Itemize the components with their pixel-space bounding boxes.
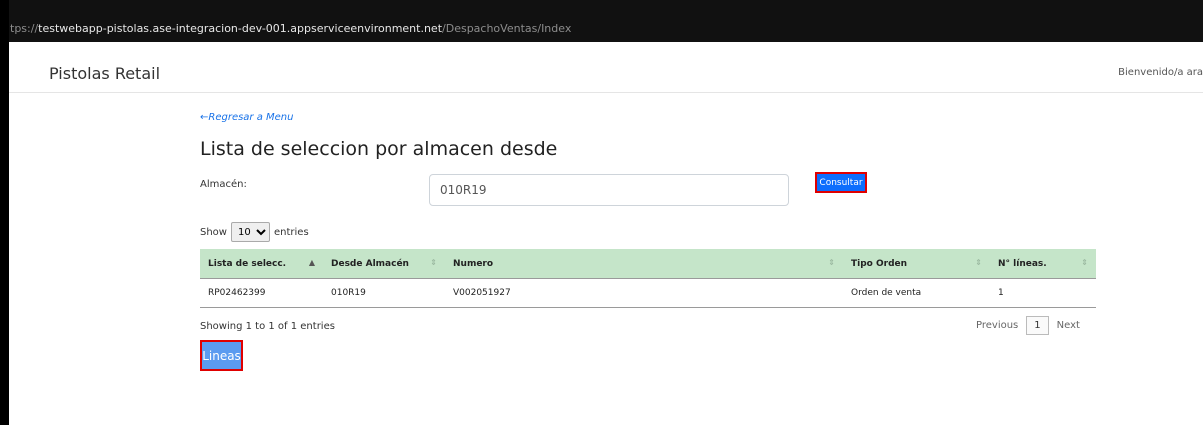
previous-button[interactable]: Previous bbox=[976, 320, 1018, 331]
entries-length-control: Show 10 entries bbox=[200, 222, 309, 242]
welcome-text: Bienvenido/a ara bbox=[1118, 67, 1203, 78]
column-header-label: Numero bbox=[453, 258, 494, 269]
consultar-button[interactable]: Consultar bbox=[815, 172, 867, 193]
picking-list-table: Lista de selecc. ▲ Desde Almacén ⇕ Numero ⇕… bbox=[200, 249, 1096, 308]
cell-tipo-orden: Orden de venta bbox=[843, 278, 990, 308]
pagination: Previous 1 Next bbox=[976, 316, 1080, 335]
entries-label: entries bbox=[273, 226, 309, 238]
sort-asc-icon: ▲ bbox=[308, 258, 315, 267]
url-prefix: tps:// bbox=[10, 22, 39, 35]
table-row[interactable]: RP02462399 010R19 V002051927 Orden de ve… bbox=[200, 278, 1096, 308]
sort-icon: ⇕ bbox=[430, 258, 437, 267]
cell-lineas: 1 bbox=[990, 278, 1096, 308]
cell-desde-almacen: 010R19 bbox=[323, 278, 445, 308]
lineas-button[interactable]: Lineas bbox=[200, 340, 243, 371]
sort-icon: ⇕ bbox=[975, 258, 982, 267]
address-url[interactable]: tps://testwebapp-pistolas.ase-integracio… bbox=[10, 22, 571, 36]
url-host: testwebapp-pistolas.ase-integracion-dev-… bbox=[38, 22, 443, 35]
sort-icon: ⇕ bbox=[1081, 258, 1088, 267]
column-header-label: Lista de selecc. bbox=[208, 258, 287, 269]
column-header-label: Desde Almacén bbox=[331, 258, 409, 269]
warehouse-input[interactable] bbox=[429, 174, 789, 206]
top-navbar: Pistolas Retail Bienvenido/a ara bbox=[9, 43, 1203, 93]
column-header-label: Tipo Orden bbox=[851, 258, 908, 269]
url-path: /DespachoVentas/Index bbox=[442, 22, 572, 35]
column-header-numero[interactable]: Numero ⇕ bbox=[445, 249, 843, 279]
column-header-lineas[interactable]: N° líneas. ⇕ bbox=[990, 249, 1096, 279]
sort-icon: ⇕ bbox=[828, 258, 835, 267]
column-header-tipo-orden[interactable]: Tipo Orden ⇕ bbox=[843, 249, 990, 279]
brand-link[interactable]: Pistolas Retail bbox=[49, 64, 160, 83]
entries-select[interactable]: 10 bbox=[230, 222, 270, 242]
column-header-lista[interactable]: Lista de selecc. ▲ bbox=[200, 249, 323, 279]
browser-address-bar[interactable]: tps://testwebapp-pistolas.ase-integracio… bbox=[0, 0, 1203, 42]
table-header-row: Lista de selecc. ▲ Desde Almacén ⇕ Numero ⇕… bbox=[200, 249, 1096, 279]
cell-lista: RP02462399 bbox=[200, 278, 323, 308]
back-to-menu-link[interactable]: ←Regresar a Menu bbox=[200, 112, 293, 123]
column-header-label: N° líneas. bbox=[998, 258, 1047, 269]
column-header-desde-almacen[interactable]: Desde Almacén ⇕ bbox=[323, 249, 445, 279]
warehouse-label: Almacén: bbox=[200, 179, 247, 190]
table-info: Showing 1 to 1 of 1 entries bbox=[200, 321, 335, 332]
page-1-button[interactable]: 1 bbox=[1026, 316, 1049, 335]
page-title: Lista de seleccion por almacen desde bbox=[200, 138, 558, 160]
next-button[interactable]: Next bbox=[1057, 320, 1080, 331]
window-frame bbox=[0, 0, 9, 425]
cell-numero: V002051927 bbox=[445, 278, 843, 308]
show-label: Show bbox=[200, 226, 227, 238]
